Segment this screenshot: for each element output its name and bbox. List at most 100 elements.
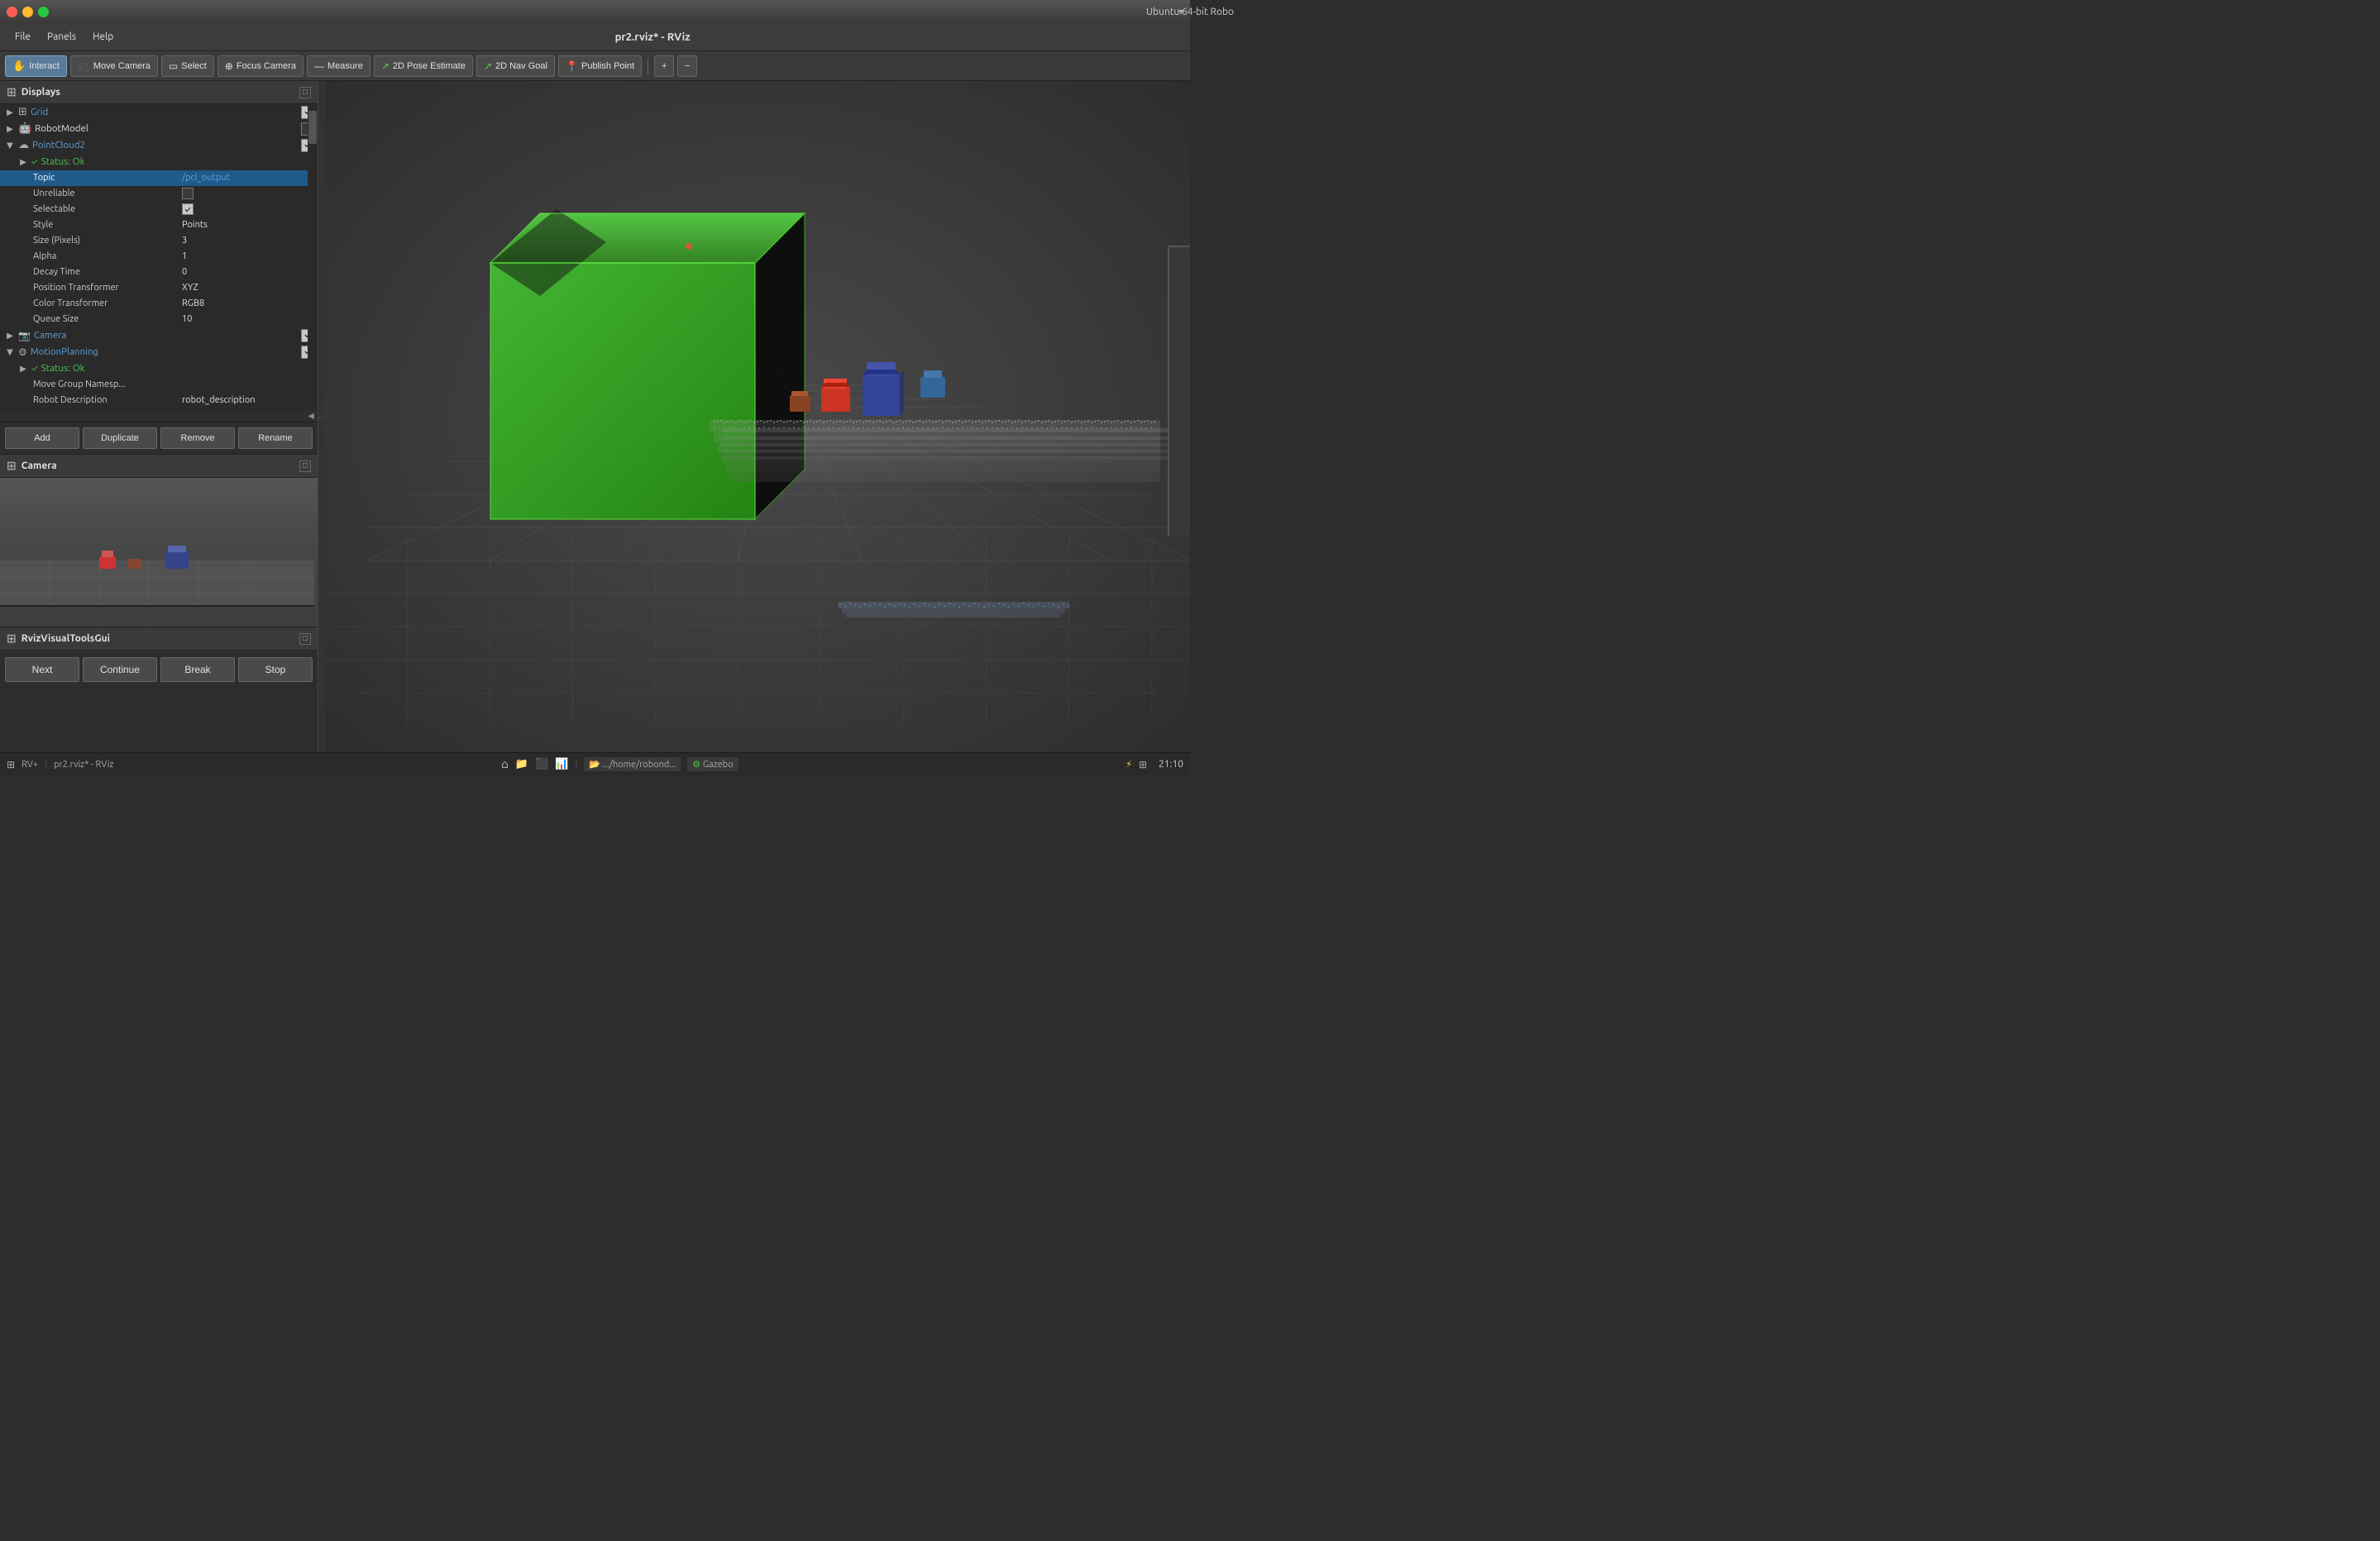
displays-icon: ⊞ — [7, 85, 17, 99]
displays-scrollbar[interactable] — [308, 104, 318, 410]
queue-size-name: Queue Size — [33, 314, 182, 324]
interact-button[interactable]: ✋ Interact — [5, 55, 67, 77]
measure-button[interactable]: — Measure — [307, 55, 370, 77]
alpha-row[interactable]: Alpha 1 — [0, 249, 318, 265]
resize-arrow: ◀ — [308, 411, 314, 421]
grid-item[interactable]: ▶ ⊞ Grid ✓ — [0, 104, 318, 121]
camera-panel-close[interactable]: □ — [299, 460, 311, 472]
size-pixels-value: 3 — [182, 236, 314, 246]
decay-time-row[interactable]: Decay Time 0 — [0, 265, 318, 280]
status-sep2: | — [575, 760, 577, 770]
blue-point-cloud — [838, 602, 1069, 618]
menu-file[interactable]: File — [7, 29, 39, 45]
move-camera-icon: 🎥 — [78, 60, 90, 72]
color-transformer-row[interactable]: Color Transformer RGB8 — [0, 296, 318, 312]
motionplanning-item[interactable]: ▼ ⚙ MotionPlanning ✓ — [0, 344, 318, 360]
mp-expand: ▼ — [3, 347, 17, 357]
window-controls[interactable] — [7, 7, 49, 17]
status-ok-item[interactable]: ▶ ✓ Status: Ok — [0, 154, 318, 170]
minimize-button[interactable] — [22, 7, 33, 17]
camera-item[interactable]: ▶ 📷 Camera ✓ — [0, 327, 318, 344]
3d-viewport[interactable] — [325, 81, 1190, 752]
maximize-button[interactable] — [38, 7, 49, 17]
menu-panels[interactable]: Panels — [39, 29, 84, 45]
scroll-thumb[interactable] — [308, 111, 317, 144]
red-object — [821, 379, 850, 412]
menu-help[interactable]: Help — [84, 29, 122, 45]
publish-point-button[interactable]: 📍 Publish Point — [558, 55, 642, 77]
nav-icon: ↗ — [484, 60, 492, 72]
displays-close-button[interactable]: □ — [299, 87, 311, 98]
pose-estimate-button[interactable]: ↗ 2D Pose Estimate — [374, 55, 473, 77]
terminal-icon[interactable]: ⬛ — [535, 758, 548, 770]
continue-button[interactable]: Continue — [83, 657, 157, 682]
gazebo-item[interactable]: ⚙ Gazebo — [687, 757, 738, 771]
queue-size-row[interactable]: Queue Size 10 — [0, 312, 318, 327]
style-row[interactable]: Style Points — [0, 217, 318, 233]
focus-camera-button[interactable]: ⊕ Focus Camera — [217, 55, 303, 77]
folder-icon[interactable]: 📁 — [515, 758, 528, 770]
title-bar: Ubuntu 64-bit Robo ▾ — [0, 0, 1190, 23]
left-panel: ⊞ Displays □ ▶ ⊞ Grid ✓ — [0, 81, 318, 752]
stop-button[interactable]: Stop — [238, 657, 313, 682]
monitor-icon[interactable]: 📊 — [555, 758, 568, 770]
pointcloud2-item[interactable]: ▼ ☁ PointCloud2 ✓ — [0, 137, 318, 154]
panel-resize-handle[interactable]: ⋮ — [318, 81, 325, 752]
rviz-panel-icon: ⊞ — [7, 632, 17, 646]
move-group-ns-row[interactable]: Move Group Namesp... — [0, 377, 318, 393]
robot-desc-name: Robot Description — [33, 395, 182, 405]
scene-svg — [325, 81, 1190, 752]
camera-label: Camera — [34, 330, 67, 341]
add-display-button[interactable]: + — [654, 55, 674, 77]
size-pixels-row[interactable]: Size (Pixels) 3 — [0, 233, 318, 249]
rename-button[interactable]: Rename — [238, 427, 313, 449]
red-marker — [686, 243, 692, 250]
break-button[interactable]: Break — [160, 657, 235, 682]
minus-icon: − — [685, 61, 690, 71]
rviz-buttons-row: Next Continue Break Stop — [0, 651, 318, 689]
pos-transformer-row[interactable]: Position Transformer XYZ — [0, 280, 318, 296]
decay-time-value: 0 — [182, 267, 314, 277]
next-button[interactable]: Next — [5, 657, 79, 682]
path-item[interactable]: 📂 .../home/robond... — [584, 757, 681, 771]
mp-label: MotionPlanning — [31, 346, 98, 357]
grid-label: Grid — [31, 107, 49, 117]
grid-expand: ▶ — [3, 107, 17, 117]
selectable-row[interactable]: Selectable ✓ — [0, 202, 318, 217]
topic-row[interactable]: Topic /pcl_output — [0, 170, 318, 186]
plus-icon: + — [662, 61, 667, 71]
add-button[interactable]: Add — [5, 427, 79, 449]
unreliable-row[interactable]: Unreliable — [0, 186, 318, 202]
select-button[interactable]: ▭ Select — [161, 55, 214, 77]
status-icon: ⊞ — [7, 759, 15, 770]
remove-button[interactable]: Remove — [160, 427, 235, 449]
unreliable-checkbox[interactable] — [182, 188, 194, 199]
selectable-checkbox[interactable]: ✓ — [182, 203, 194, 215]
move-camera-button[interactable]: 🎥 Move Camera — [70, 55, 158, 77]
unreliable-name: Unreliable — [33, 188, 182, 198]
home-icon[interactable]: ⌂ — [501, 757, 509, 771]
robotmodel-item[interactable]: ▶ 🤖 RobotModel — [0, 121, 318, 137]
status-ros: RV+ — [22, 760, 38, 770]
remove-display-button[interactable]: − — [677, 55, 697, 77]
robot-desc-row[interactable]: Robot Description robot_description — [0, 393, 318, 408]
rviz-panel-header: ⊞ RvizVisualToolsGui □ — [0, 627, 318, 651]
rviz-panel: ⊞ RvizVisualToolsGui □ Next Continue Bre… — [0, 627, 318, 689]
status-window[interactable]: pr2.rviz* - RViz — [54, 760, 113, 770]
interact-label: Interact — [29, 61, 60, 71]
nav-goal-button[interactable]: ↗ 2D Nav Goal — [476, 55, 555, 77]
topic-name: Topic — [33, 173, 182, 183]
camera-view — [0, 478, 318, 627]
rviz-panel-close[interactable]: □ — [299, 633, 311, 645]
unreliable-value — [182, 188, 314, 199]
duplicate-button[interactable]: Duplicate — [83, 427, 157, 449]
status-ok2-item[interactable]: ▶ ✓ Status: Ok — [0, 360, 318, 377]
planning-scene-row[interactable]: Planning Scene Topic move_group/monitore… — [0, 408, 318, 410]
select-label: Select — [181, 61, 207, 71]
close-button[interactable] — [7, 7, 17, 17]
decay-time-name: Decay Time — [33, 267, 182, 277]
point-cloud-surface — [710, 420, 1160, 482]
displays-list: ▶ ⊞ Grid ✓ ▶ 🤖 RobotModel — [0, 104, 318, 410]
pointcloud2-expand: ▼ — [3, 141, 17, 150]
status2-label: Status: Ok — [41, 363, 85, 374]
